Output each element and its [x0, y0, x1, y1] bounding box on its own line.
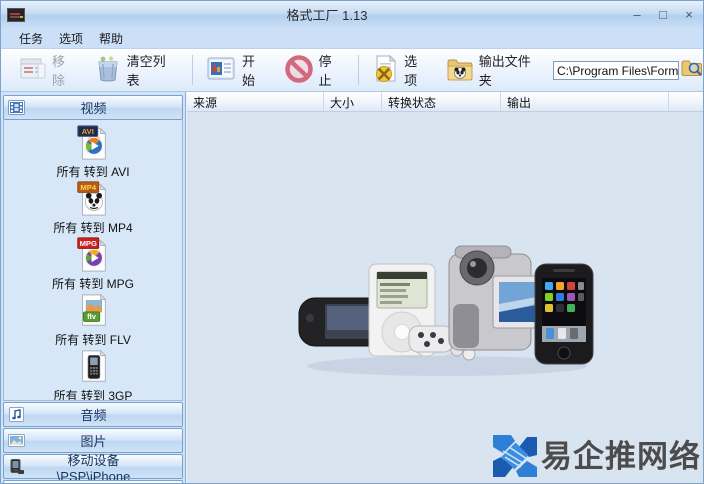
output-folder-button[interactable]: 输出文件夹 — [438, 47, 551, 93]
column-status[interactable]: 转换状态 — [382, 92, 501, 111]
list-header: 来源 大小 转换状态 输出 — [187, 92, 703, 112]
output-path-field: C:\Program Files\Form. — [552, 58, 703, 83]
item-label: 所有 转到 FLV — [55, 333, 131, 347]
start-icon — [207, 56, 237, 85]
audio-icon — [8, 407, 25, 422]
mpg-icon: MPG — [77, 237, 107, 272]
menu-item-help[interactable]: 帮助 — [99, 30, 123, 47]
remove-icon — [19, 56, 47, 85]
task-list: 来源 大小 转换状态 输出 — [186, 92, 703, 483]
svg-text:flv: flv — [87, 312, 97, 321]
mp4-icon: MP4 — [77, 181, 107, 216]
app-icon — [7, 7, 25, 22]
stop-button[interactable]: 停止 — [276, 47, 353, 93]
clear-list-button[interactable]: 清空列表 — [86, 47, 186, 93]
toolbar: 移除 清空列表 开始 停止 选项 输出文件夹 C:\Program Files\… — [1, 49, 703, 92]
output-path-value[interactable]: C:\Program Files\Form. — [552, 60, 679, 80]
item-all-to-mpg[interactable]: MPG 所有 转到 MPG — [4, 236, 182, 292]
options-label: 选项 — [404, 54, 418, 88]
stop-icon — [284, 54, 314, 87]
flv-icon: flv — [82, 293, 107, 326]
phone-3gp-icon — [82, 349, 107, 382]
close-button[interactable]: × — [681, 7, 697, 22]
menu-bar: 任务 选项 帮助 — [1, 28, 703, 49]
column-size[interactable]: 大小 — [324, 92, 382, 111]
remove-label: 移除 — [52, 54, 66, 88]
svg-text:MPG: MPG — [80, 239, 97, 248]
sidebar-section-rom[interactable]: 光驱设备\DVD\CD — [3, 480, 183, 483]
video-items-panel: AVI 所有 转到 AVI MP4 所有 转到 MP4 MPG 所有 转到 MP… — [3, 120, 183, 401]
output-folder-icon — [446, 56, 474, 85]
start-button[interactable]: 开始 — [199, 47, 276, 93]
browse-folder-icon[interactable] — [681, 58, 703, 83]
sidebar-section-mobile[interactable]: 移动设备\PSP\iPhone — [3, 453, 183, 483]
iphone-illustration — [534, 263, 594, 365]
stop-label: 停止 — [318, 54, 332, 88]
watermark: 易企推网络 — [489, 433, 701, 481]
maximize-button[interactable]: □ — [655, 7, 671, 22]
item-all-to-flv[interactable]: flv 所有 转到 FLV — [4, 292, 182, 348]
mobile-device-icon — [8, 458, 25, 475]
output-folder-label: 输出文件夹 — [478, 54, 531, 88]
window-title: 格式工厂 1.13 — [286, 8, 368, 23]
item-label: 所有 转到 AVI — [56, 165, 130, 179]
film-icon — [8, 100, 25, 115]
menu-item-options[interactable]: 选项 — [59, 30, 83, 47]
item-all-to-3gp[interactable]: 所有 转到 3GP — [4, 348, 182, 401]
item-label: 所有 转到 3GP — [53, 389, 133, 401]
item-all-to-mp4[interactable]: MP4 所有 转到 MP4 — [4, 180, 182, 236]
column-source[interactable]: 来源 — [187, 92, 324, 111]
item-label: 所有 转到 MPG — [51, 277, 134, 291]
toolbar-separator — [358, 55, 360, 85]
toolbar-separator — [191, 55, 193, 85]
sidebar: 视频 AVI 所有 转到 AVI MP4 所有 转到 MP4 MPG 所有 转到… — [1, 92, 186, 483]
minimize-button[interactable]: – — [629, 7, 645, 22]
column-filler — [669, 92, 703, 111]
svg-text:AVI: AVI — [82, 127, 94, 136]
svg-text:MP4: MP4 — [80, 183, 96, 192]
sidebar-section-audio[interactable]: 音频 — [3, 402, 183, 427]
app-window: 格式工厂 1.13 – □ × 任务 选项 帮助 移除 清空列表 开始 停止 选… — [0, 0, 704, 484]
item-label: 所有 转到 MP4 — [53, 221, 133, 235]
item-all-to-avi[interactable]: AVI 所有 转到 AVI — [4, 124, 182, 180]
sidebar-section-video[interactable]: 视频 — [3, 95, 183, 120]
start-label: 开始 — [241, 54, 255, 88]
avi-icon: AVI — [77, 125, 107, 160]
sidebar-section-picture-label: 图片 — [80, 434, 107, 449]
picture-icon — [8, 433, 25, 448]
sidebar-section-video-label: 视频 — [80, 101, 107, 116]
column-output[interactable]: 输出 — [501, 92, 669, 111]
watermark-text: 易企推网络 — [541, 438, 701, 475]
trash-bucket-icon — [94, 55, 122, 86]
clear-list-label: 清空列表 — [126, 54, 166, 88]
title-bar: 格式工厂 1.13 – □ × — [1, 1, 703, 28]
options-button[interactable]: 选项 — [365, 47, 438, 93]
devices-illustration — [298, 245, 594, 376]
remove-button[interactable]: 移除 — [11, 47, 86, 93]
sidebar-section-mobile-label: 移动设备\PSP\iPhone — [56, 452, 131, 484]
sidebar-section-audio-label: 音频 — [80, 408, 107, 423]
watermark-logo-icon — [493, 435, 537, 477]
options-icon — [373, 54, 399, 86]
list-body[interactable] — [187, 112, 703, 483]
menu-item-tasks[interactable]: 任务 — [19, 30, 43, 47]
